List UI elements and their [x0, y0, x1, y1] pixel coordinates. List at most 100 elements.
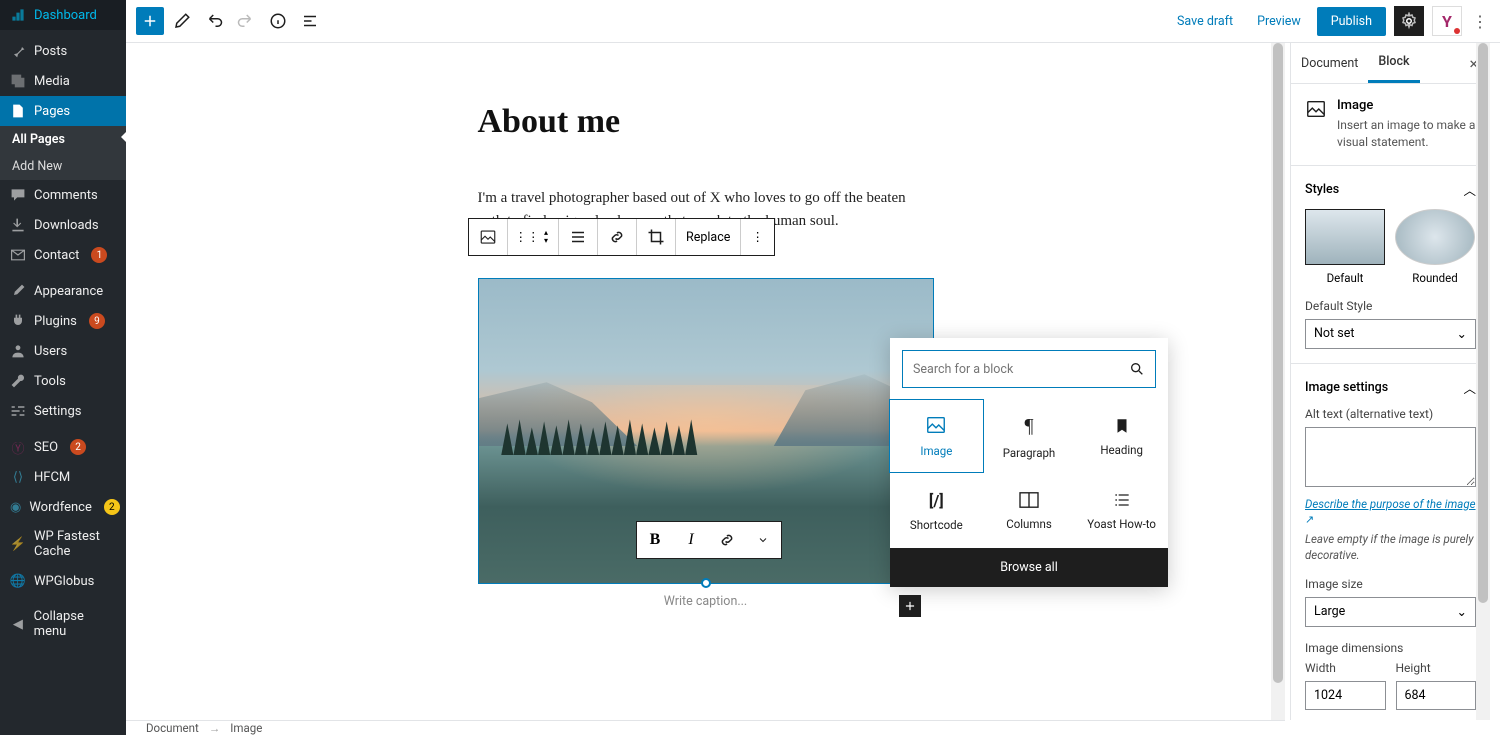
external-icon: ↗	[1305, 513, 1314, 526]
alt-help-link[interactable]: Describe the purpose of the image	[1305, 497, 1476, 511]
breadcrumb-document[interactable]: Document	[146, 721, 199, 735]
crop-button[interactable]	[637, 219, 676, 255]
inserter-heading-label: Heading	[1100, 443, 1143, 457]
info-button[interactable]	[264, 7, 292, 35]
nav-seo[interactable]: ⓎSEO2	[0, 432, 126, 462]
browse-all-button[interactable]: Browse all	[890, 548, 1168, 587]
wordfence-badge: 2	[104, 499, 120, 515]
image-settings-toggle[interactable]: Image settings︿	[1305, 378, 1476, 397]
alt-note: Leave empty if the image is purely decor…	[1305, 531, 1476, 563]
plug-icon	[10, 313, 26, 329]
width-input[interactable]	[1305, 681, 1386, 710]
more-options-button[interactable]: ⋮	[1470, 6, 1490, 36]
default-style-select[interactable]: Not set⌄	[1305, 319, 1476, 349]
tab-block[interactable]: Block	[1368, 43, 1419, 83]
nav-contact-label: Contact	[34, 248, 79, 263]
tab-document[interactable]: Document	[1291, 45, 1368, 82]
comments-icon	[10, 187, 26, 203]
add-block-inline-button[interactable]	[899, 595, 921, 617]
image-size-select[interactable]: Large⌄	[1305, 597, 1476, 627]
bold-button[interactable]: B	[637, 522, 673, 558]
drag-handle[interactable]: ⋮⋮ ▴▾	[508, 219, 559, 255]
nav-posts[interactable]: Posts	[0, 36, 126, 66]
drag-icon: ⋮⋮	[518, 228, 536, 246]
nav-wpfc[interactable]: ⚡WP Fastest Cache	[0, 522, 126, 566]
nav-appearance-label: Appearance	[34, 284, 103, 299]
code-icon: ⟨⟩	[10, 469, 26, 485]
redo-button[interactable]	[232, 7, 260, 35]
yoast-button[interactable]: Y	[1432, 6, 1462, 36]
nav-pages[interactable]: Pages	[0, 96, 126, 126]
undo-button[interactable]	[200, 7, 228, 35]
block-more-button[interactable]: ⋮	[741, 219, 774, 255]
nav-downloads-label: Downloads	[34, 218, 99, 233]
image-settings-title: Image settings	[1305, 380, 1388, 395]
move-arrows[interactable]: ▴▾	[544, 229, 548, 245]
edit-mode-button[interactable]	[168, 7, 196, 35]
download-icon	[10, 217, 26, 233]
inserter-yoast[interactable]: Yoast How-to	[1075, 474, 1168, 548]
styles-section-toggle[interactable]: Styles︿	[1305, 180, 1476, 199]
image-icon	[1305, 98, 1327, 120]
nav-contact[interactable]: Contact1	[0, 240, 126, 270]
inserter-paragraph[interactable]: ¶Paragraph	[983, 400, 1076, 474]
alt-text-input[interactable]	[1305, 427, 1476, 487]
publish-button[interactable]: Publish	[1317, 7, 1386, 36]
nav-downloads[interactable]: Downloads	[0, 210, 126, 240]
default-style-value: Not set	[1314, 326, 1354, 341]
align-icon	[569, 228, 587, 246]
nav-plugins-label: Plugins	[34, 314, 77, 329]
nav-comments[interactable]: Comments	[0, 180, 126, 210]
caption-input[interactable]: Write caption...	[478, 594, 934, 609]
outline-button[interactable]	[296, 7, 324, 35]
settings-button[interactable]	[1394, 6, 1424, 36]
nav-all-pages[interactable]: All Pages	[0, 126, 126, 153]
nav-settings[interactable]: Settings	[0, 396, 126, 426]
block-search[interactable]	[902, 350, 1156, 388]
caption-more-button[interactable]	[745, 522, 781, 558]
brush-icon	[10, 283, 26, 299]
collapse-menu[interactable]: ◀Collapse menu	[0, 602, 126, 646]
inserter-image[interactable]: Image	[889, 399, 984, 473]
inspector-scroll-thumb[interactable]	[1478, 43, 1488, 603]
image-icon	[479, 228, 497, 246]
page-title[interactable]: About me	[478, 103, 934, 141]
default-style-label: Default Style	[1305, 299, 1476, 313]
caption-link-button[interactable]	[709, 522, 745, 558]
inserter-columns[interactable]: Columns	[983, 474, 1076, 548]
style-default-thumb	[1305, 209, 1385, 265]
nav-hfcm[interactable]: ⟨⟩HFCM	[0, 462, 126, 492]
block-search-input[interactable]	[913, 362, 1129, 377]
nav-media-label: Media	[34, 74, 70, 89]
canvas-scrollbar[interactable]	[1271, 43, 1285, 720]
height-input[interactable]	[1396, 681, 1477, 710]
nav-tools[interactable]: Tools	[0, 366, 126, 396]
nav-add-new[interactable]: Add New	[0, 153, 126, 180]
italic-button[interactable]: I	[673, 522, 709, 558]
replace-button[interactable]: Replace	[676, 219, 741, 255]
nav-wordfence[interactable]: ◉Wordfence2	[0, 492, 126, 522]
style-rounded[interactable]: Rounded	[1395, 209, 1475, 285]
style-default[interactable]: Default	[1305, 209, 1385, 285]
block-type-button[interactable]	[469, 219, 508, 255]
inspector-scrollbar[interactable]	[1476, 43, 1490, 720]
mail-icon	[10, 247, 26, 263]
inserter-shortcode[interactable]: [/]Shortcode	[890, 474, 983, 548]
nav-media[interactable]: Media	[0, 66, 126, 96]
nav-dashboard[interactable]: Dashboard	[0, 0, 126, 30]
canvas-scroll-thumb[interactable]	[1273, 43, 1283, 683]
nav-users[interactable]: Users	[0, 336, 126, 366]
nav-appearance[interactable]: Appearance	[0, 276, 126, 306]
breadcrumb-image[interactable]: Image	[230, 721, 262, 735]
resize-handle[interactable]	[701, 578, 711, 588]
inserter-heading[interactable]: Heading	[1075, 400, 1168, 474]
nav-wpglobus[interactable]: 🌐WPGlobus	[0, 566, 126, 596]
save-draft-button[interactable]: Save draft	[1169, 8, 1241, 35]
breadcrumb: Document → Image	[126, 720, 1285, 735]
preview-button[interactable]: Preview	[1249, 8, 1309, 35]
add-block-button[interactable]	[136, 7, 164, 35]
nav-plugins[interactable]: Plugins9	[0, 306, 126, 336]
link-button[interactable]	[598, 219, 637, 255]
align-button[interactable]	[559, 219, 598, 255]
style-rounded-label: Rounded	[1412, 271, 1457, 285]
